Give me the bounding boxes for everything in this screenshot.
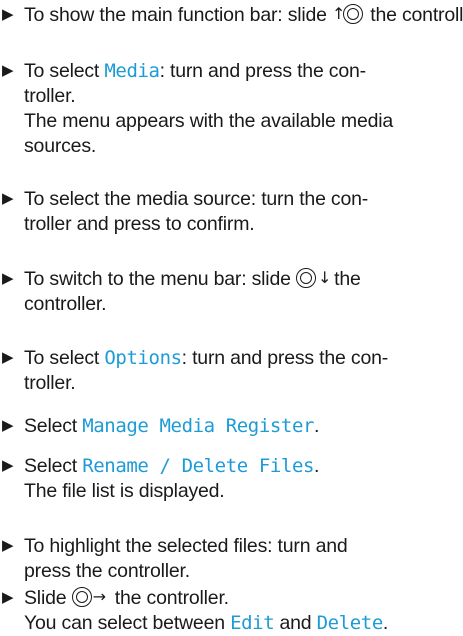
step-bullet-icon: ▶ bbox=[2, 349, 14, 366]
step-text: The menu appears with the available medi… bbox=[24, 110, 394, 132]
ui-term-label: Options bbox=[104, 347, 182, 369]
step-text-line: The file list is displayed. bbox=[24, 478, 225, 504]
step-text: To select the media source: turn the con… bbox=[24, 188, 369, 210]
step-bullet-icon: ▶ bbox=[2, 537, 14, 554]
step-bullet-icon: ▶ bbox=[2, 190, 14, 207]
step-text: : turn and press the con- bbox=[159, 60, 367, 82]
ui-term-label: Delete bbox=[316, 612, 384, 634]
step-text-line: To show the main function bar: slide ↑ t… bbox=[24, 2, 463, 28]
step-text: The file list is displayed. bbox=[24, 480, 225, 502]
ui-term-label: Manage Media Register bbox=[82, 415, 315, 437]
step-text-line: sources. bbox=[24, 133, 96, 159]
step-text: Select bbox=[24, 415, 83, 437]
step-text-line: troller. bbox=[24, 83, 76, 109]
step-text-line: Select Manage Media Register. bbox=[24, 413, 319, 439]
step-text-line: troller and press to confirm. bbox=[24, 211, 255, 237]
step-text: the bbox=[328, 268, 361, 290]
instruction-list: ▶ To show the main function bar: slide ↑ … bbox=[0, 0, 463, 634]
step-text: To select bbox=[24, 60, 105, 82]
step-text-line: To switch to the menu bar: slide ↓ the bbox=[24, 266, 361, 292]
ui-term-label: Edit bbox=[230, 612, 275, 634]
step-text: press the controller. bbox=[24, 560, 190, 582]
step-text: : turn and press the con- bbox=[181, 347, 389, 369]
step-text-line: Slide → the controller. bbox=[24, 585, 229, 611]
step-text: To switch to the menu bar: slide bbox=[24, 268, 296, 290]
step-text-line: controller. bbox=[24, 291, 107, 317]
step-text: controller. bbox=[24, 293, 107, 315]
step-text: Slide bbox=[24, 587, 72, 609]
step-text: To highlight the selected files: turn an… bbox=[24, 535, 348, 557]
controller-slide-up-icon: ↑ bbox=[332, 3, 365, 25]
step-text: To show the main function bar: slide bbox=[24, 4, 333, 26]
step-text-line: To select Media: turn and press the con- bbox=[24, 58, 366, 84]
step-text: the controller. bbox=[109, 587, 229, 609]
step-text: the controller. bbox=[370, 4, 463, 26]
step-text: Select bbox=[24, 455, 83, 477]
controller-slide-down-icon: ↓ bbox=[295, 267, 331, 289]
step-text: . bbox=[382, 612, 389, 634]
step-text: sources. bbox=[24, 135, 97, 157]
step-text-line: To highlight the selected files: turn an… bbox=[24, 533, 348, 559]
step-text-line: press the controller. bbox=[24, 558, 190, 584]
step-text: and bbox=[274, 612, 317, 634]
step-text: You can select between bbox=[24, 612, 231, 634]
step-text-line: troller. bbox=[24, 370, 76, 396]
step-text: To select bbox=[24, 347, 105, 369]
ui-term-label: Rename / Delete Files bbox=[82, 455, 315, 477]
step-text: troller and press to confirm. bbox=[24, 213, 255, 235]
step-text-line: Select Rename / Delete Files. bbox=[24, 453, 319, 479]
step-text-line: To select Options: turn and press the co… bbox=[24, 345, 388, 371]
step-text-line: You can select between Edit and Delete. bbox=[24, 610, 388, 636]
step-bullet-icon: ▶ bbox=[2, 6, 14, 23]
step-bullet-icon: ▶ bbox=[2, 417, 14, 434]
step-text: . bbox=[314, 415, 320, 437]
step-text-line: To select the media source: turn the con… bbox=[24, 186, 368, 212]
ui-term-label: Media bbox=[104, 60, 160, 82]
step-bullet-icon: ▶ bbox=[2, 270, 14, 287]
step-text: . bbox=[314, 455, 320, 477]
step-bullet-icon: ▶ bbox=[2, 62, 14, 79]
step-bullet-icon: ▶ bbox=[2, 589, 14, 606]
step-text-line: The menu appears with the available medi… bbox=[24, 108, 393, 134]
step-text: troller. bbox=[24, 85, 76, 107]
step-text: troller. bbox=[24, 372, 76, 394]
controller-slide-right-icon: → bbox=[71, 586, 110, 608]
step-bullet-icon: ▶ bbox=[2, 457, 14, 474]
